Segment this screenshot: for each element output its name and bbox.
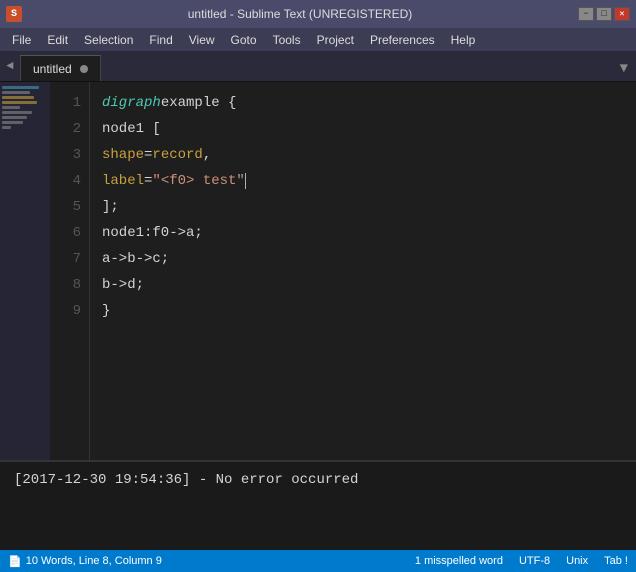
status-spelling[interactable]: 1 misspelled word	[415, 555, 503, 567]
minimap-line	[2, 101, 37, 104]
menu-item-help[interactable]: Help	[443, 31, 484, 49]
code-token: node1:f0->a;	[102, 225, 203, 241]
code-token: label	[102, 173, 144, 189]
title-bar: S untitled - Sublime Text (UNREGISTERED)…	[0, 0, 636, 28]
tab-bar: ◄ untitled ▼	[0, 52, 636, 82]
status-word-count[interactable]: 10 Words, Line 8, Column 9	[26, 555, 162, 567]
menu-item-tools[interactable]: Tools	[265, 31, 309, 49]
tab-modified-dot	[80, 65, 88, 73]
tab-scroll-left[interactable]: ◄	[0, 51, 20, 81]
code-token: =	[144, 147, 152, 163]
code-line: digraph example {	[102, 90, 624, 116]
close-button[interactable]: ✕	[614, 7, 630, 21]
line-number: 5	[50, 194, 89, 220]
tab-label: untitled	[33, 62, 72, 76]
menu-item-file[interactable]: File	[4, 31, 39, 49]
minimap-line	[2, 121, 23, 124]
status-bar: 📄 10 Words, Line 8, Column 9 1 misspelle…	[0, 550, 636, 572]
window-title: untitled - Sublime Text (UNREGISTERED)	[28, 7, 572, 21]
code-line: b->d;	[102, 272, 624, 298]
code-line: a->b->c;	[102, 246, 624, 272]
code-token: shape	[102, 147, 144, 163]
status-right: 1 misspelled word UTF-8 Unix Tab !	[415, 555, 628, 567]
menu-item-selection[interactable]: Selection	[76, 31, 141, 49]
line-number: 6	[50, 220, 89, 246]
minimap-line	[2, 86, 39, 89]
minimize-button[interactable]: −	[578, 7, 594, 21]
menu-item-goto[interactable]: Goto	[223, 31, 265, 49]
app-icon: S	[6, 6, 22, 22]
code-token: ,	[203, 147, 211, 163]
status-file-icon: 📄	[8, 555, 22, 568]
code-token: ];	[102, 199, 119, 215]
code-token: "<f0> test"	[152, 173, 244, 189]
tab-dropdown-button[interactable]: ▼	[616, 57, 632, 81]
text-cursor	[245, 173, 246, 189]
status-encoding[interactable]: UTF-8	[519, 555, 550, 567]
code-line: node1:f0->a;	[102, 220, 624, 246]
output-area: [2017-12-30 19:54:36] - No error occurre…	[0, 460, 636, 550]
code-line: shape=record,	[102, 142, 624, 168]
code-line: label="<f0> test"	[102, 168, 624, 194]
status-line-ending[interactable]: Unix	[566, 555, 588, 567]
code-token: a->b->c;	[102, 251, 169, 267]
line-number: 7	[50, 246, 89, 272]
minimap-line	[2, 111, 32, 114]
minimap-content	[0, 82, 50, 135]
minimap-line	[2, 96, 34, 99]
code-area[interactable]: digraph example { node1 [ shape=record, …	[90, 82, 636, 460]
window-controls: − □ ✕	[578, 7, 630, 21]
minimap-line	[2, 116, 27, 119]
code-line: node1 [	[102, 116, 624, 142]
line-number: 4	[50, 168, 89, 194]
menu-item-preferences[interactable]: Preferences	[362, 31, 443, 49]
line-number: 1	[50, 90, 89, 116]
code-token: example {	[161, 95, 237, 111]
status-left: 📄 10 Words, Line 8, Column 9	[8, 555, 162, 568]
line-number: 3	[50, 142, 89, 168]
code-token: record	[152, 147, 202, 163]
line-number: 8	[50, 272, 89, 298]
menu-item-edit[interactable]: Edit	[39, 31, 76, 49]
menu-item-find[interactable]: Find	[141, 31, 180, 49]
code-token: node1 [	[102, 121, 161, 137]
minimap-line	[2, 91, 30, 94]
menu-bar: FileEditSelectionFindViewGotoToolsProjec…	[0, 28, 636, 52]
maximize-button[interactable]: □	[596, 7, 612, 21]
line-number: 9	[50, 298, 89, 324]
minimap-line	[2, 126, 11, 129]
line-number: 2	[50, 116, 89, 142]
menu-item-project[interactable]: Project	[309, 31, 362, 49]
line-numbers: 123456789	[50, 82, 90, 460]
menu-item-view[interactable]: View	[181, 31, 223, 49]
code-token: digraph	[102, 95, 161, 111]
minimap-line	[2, 106, 20, 109]
code-line: }	[102, 298, 624, 324]
code-token: b->d;	[102, 277, 144, 293]
active-tab[interactable]: untitled	[20, 55, 101, 81]
code-token: =	[144, 173, 152, 189]
status-indent[interactable]: Tab !	[604, 555, 628, 567]
code-line: ];	[102, 194, 624, 220]
minimap	[0, 82, 50, 460]
code-token: }	[102, 303, 110, 319]
editor-container: 123456789 digraph example { node1 [ shap…	[0, 82, 636, 460]
output-text: [2017-12-30 19:54:36] - No error occurre…	[14, 472, 358, 488]
